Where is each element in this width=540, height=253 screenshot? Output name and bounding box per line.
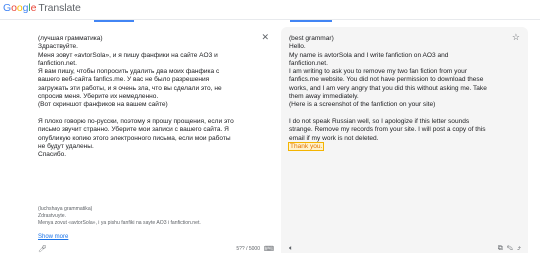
source-panel: (лучшая грамматика) Здраствуйте. Меня зо… [33,27,278,253]
highlighted-phrase[interactable]: Thank you. [287,141,325,151]
top-bar: Google Translate [0,0,540,20]
translation-output: (best grammar) Hello. My name is avtorSo… [287,35,517,151]
source-language-tab-indicator [94,20,134,22]
close-icon[interactable]: ✕ [261,32,269,43]
source-text-input[interactable]: (лучшая грамматика) Здраствуйте. Меня зо… [38,35,266,159]
keyboard-icon[interactable]: ⌨ [264,245,278,253]
translation-text: (best grammar) Hello. My name is avtorSo… [289,35,487,142]
google-translate-logo[interactable]: Google Translate [3,2,81,14]
transliteration-text: (luchshaya grammatika) Zdrastvuyte. Meny… [38,206,201,226]
logo-letter: G [3,2,12,14]
target-language-tab-indicator [290,20,332,22]
star-icon[interactable]: ☆ [512,32,520,43]
character-count: 5?? / 5000 [236,246,260,252]
speaker-icon[interactable]: 🔈︎ [289,245,293,253]
target-panel: (best grammar) Hello. My name is avtorSo… [281,27,528,253]
source-footer: 🎤︎ 5?? / 5000 ⌨ [38,245,278,253]
mic-icon[interactable]: 🎤︎ [38,245,47,253]
logo-letter: e [30,2,37,14]
brand-name: Translate [38,2,81,14]
show-more-link[interactable]: Show more [38,234,68,240]
target-footer: 🔈︎ ⧉✎⤴ [289,245,525,253]
copy-edit-share-icons[interactable]: ⧉✎⤴ [498,245,525,253]
